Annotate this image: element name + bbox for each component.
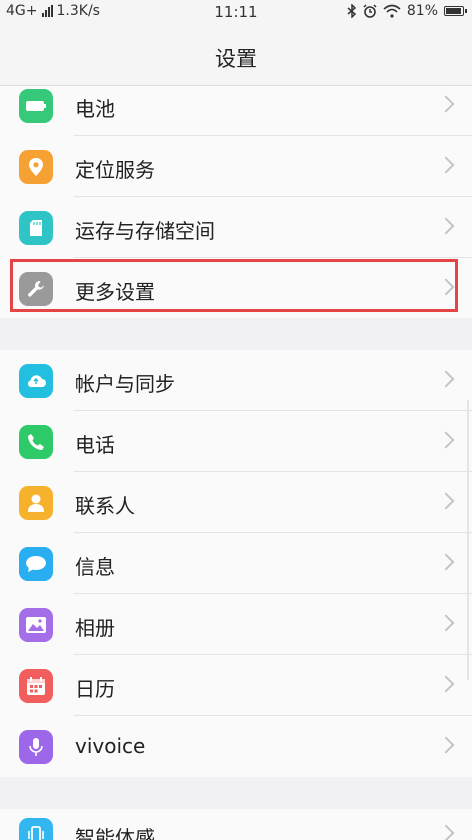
- setting-item-battery[interactable]: 电池: [0, 86, 472, 136]
- chevron-right-icon: [437, 824, 455, 840]
- location-icon: [19, 150, 53, 184]
- battery-icon: [19, 89, 53, 123]
- setting-item-storage[interactable]: 运存与存储空间: [0, 197, 472, 258]
- storage-icon: [19, 211, 53, 245]
- message-icon: [19, 547, 53, 581]
- microphone-icon: [19, 730, 53, 764]
- chevron-right-icon: [437, 156, 455, 174]
- wrench-icon: [19, 272, 53, 306]
- setting-item-calendar[interactable]: 日历: [0, 655, 472, 716]
- motion-icon: [19, 818, 53, 840]
- wifi-icon: [383, 4, 401, 18]
- chevron-right-icon: [437, 736, 455, 754]
- battery-percent: 81%: [406, 3, 438, 19]
- setting-item-phone[interactable]: 电话: [0, 411, 472, 472]
- chevron-right-icon: [437, 278, 455, 296]
- settings-group-2: 帐户与同步 电话 联系人 信息 相册 日历 vivoice: [0, 350, 472, 777]
- setting-item-vivoice[interactable]: vivoice: [0, 716, 472, 777]
- setting-label: 电池: [75, 97, 115, 121]
- chevron-right-icon: [437, 553, 455, 571]
- chevron-right-icon: [437, 492, 455, 510]
- nav-bar: 设置: [0, 24, 472, 86]
- setting-item-smart-motion[interactable]: 智能体感: [0, 809, 472, 840]
- setting-label: 电话: [75, 433, 115, 457]
- battery-status-icon: [444, 6, 467, 16]
- contacts-icon: [19, 486, 53, 520]
- bluetooth-icon: [347, 4, 356, 18]
- calendar-icon: [19, 669, 53, 703]
- status-right: 81%: [347, 3, 467, 19]
- scroll-indicator: [467, 400, 469, 680]
- setting-label: 日历: [75, 677, 115, 701]
- gallery-icon: [19, 608, 53, 642]
- setting-label: 定位服务: [75, 158, 155, 182]
- setting-label: 联系人: [75, 494, 135, 518]
- chevron-right-icon: [437, 95, 455, 113]
- setting-label: 更多设置: [75, 280, 155, 304]
- chevron-right-icon: [437, 217, 455, 235]
- setting-label: 信息: [75, 555, 115, 579]
- setting-label: vivoice: [75, 734, 146, 758]
- chevron-right-icon: [437, 614, 455, 632]
- setting-label: 智能体感: [75, 826, 155, 840]
- status-bar: 4G+ 1.3K/s 11:11 81%: [0, 0, 472, 24]
- settings-group-3: 智能体感: [0, 809, 472, 840]
- setting-item-accounts-sync[interactable]: 帐户与同步: [0, 350, 472, 411]
- setting-item-gallery[interactable]: 相册: [0, 594, 472, 655]
- cloud-sync-icon: [19, 364, 53, 398]
- phone-icon: [19, 425, 53, 459]
- alarm-icon: [363, 4, 377, 18]
- page-title: 设置: [215, 47, 257, 71]
- chevron-right-icon: [437, 370, 455, 388]
- settings-group-1: 电池 定位服务 运存与存储空间 更多设置: [0, 86, 472, 318]
- setting-label: 帐户与同步: [75, 372, 175, 396]
- chevron-right-icon: [437, 675, 455, 693]
- setting-item-contacts[interactable]: 联系人: [0, 472, 472, 533]
- setting-item-messages[interactable]: 信息: [0, 533, 472, 594]
- setting-item-more-settings[interactable]: 更多设置: [0, 258, 472, 318]
- setting-label: 相册: [75, 616, 115, 640]
- chevron-right-icon: [437, 431, 455, 449]
- setting-item-location[interactable]: 定位服务: [0, 136, 472, 197]
- setting-label: 运存与存储空间: [75, 219, 215, 243]
